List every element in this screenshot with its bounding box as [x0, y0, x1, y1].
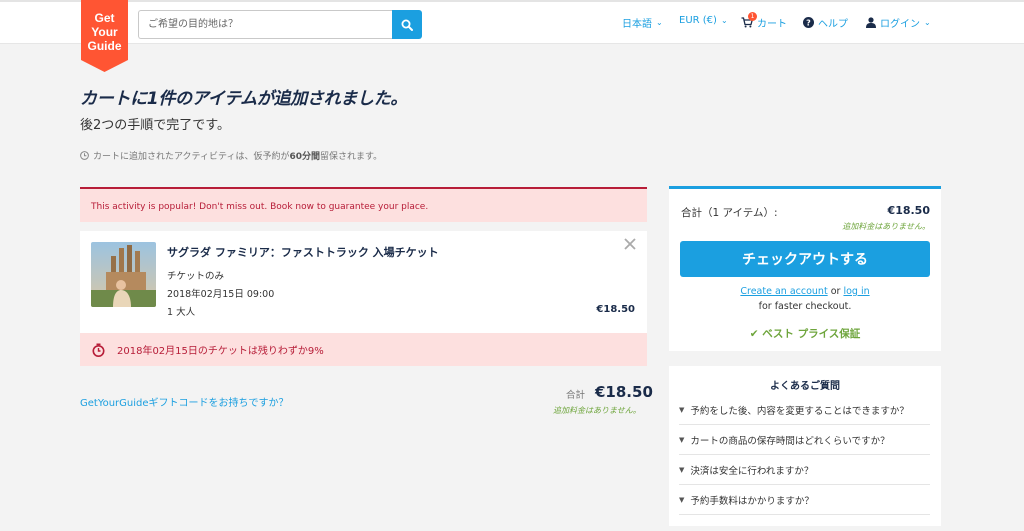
top-header: 日本語 ⌄ EUR (€) ⌄ 1 カート ? ヘルプ ログイン ⌄: [0, 0, 1024, 44]
page-subtitle: 後2つの手順で完了です。: [80, 118, 230, 133]
activity-datetime: 2018年02月15日 09:00: [167, 289, 275, 300]
language-label: 日本語: [622, 19, 652, 30]
getyourguide-logo[interactable]: Get Your Guide: [81, 0, 128, 72]
svg-text:Your: Your: [91, 25, 118, 39]
best-price-guarantee: ✔ ベスト プライス保証: [669, 326, 941, 341]
no-extra-fee-note: 追加料金はありません。: [553, 406, 641, 415]
reserve-prefix: カートに追加されたアクティビティは、仮予約が: [93, 152, 290, 162]
remove-item-button[interactable]: [624, 237, 636, 254]
caret-down-icon: ▼: [679, 495, 685, 504]
activity-thumbnail[interactable]: [91, 242, 156, 307]
faq-item[interactable]: ▼ 予約手数料はかかりますか？: [679, 485, 930, 515]
cart-total-value: €18.50: [595, 383, 653, 401]
summary-total-value: €18.50: [887, 204, 930, 217]
cart-icon: 1: [741, 12, 757, 28]
create-account-link[interactable]: Create an account: [740, 286, 827, 297]
chevron-down-icon: ⌄: [720, 16, 728, 25]
stopwatch-icon: [92, 343, 105, 357]
item-price: €18.50: [596, 304, 635, 315]
help-icon: ?: [803, 17, 814, 28]
search-icon: [401, 19, 413, 31]
or-text: or: [830, 286, 841, 297]
svg-text:?: ?: [806, 18, 811, 27]
page-title: カートに1件のアイテムが追加されました。: [80, 89, 408, 109]
reserve-time: 60分間: [289, 152, 321, 162]
search-bar: [138, 10, 422, 39]
clock-icon: [80, 151, 89, 160]
popular-alert: This activity is popular! Don't miss out…: [80, 187, 647, 222]
cart-total-label: 合計: [566, 390, 586, 401]
reserve-suffix: 留保されます。: [320, 152, 383, 162]
faq-question: 予約をした後、内容を変更することはできますか？: [690, 405, 909, 417]
gift-code-link[interactable]: GetYourGuideギフトコードをお持ちですか？: [80, 394, 289, 409]
faq-item[interactable]: ▼ カートの商品の保存時間はどれくらいですか？: [679, 425, 930, 455]
account-prompt: Create an account or log in: [669, 286, 941, 297]
search-button[interactable]: [392, 10, 422, 39]
user-icon: [866, 17, 876, 28]
cart-item: サグラダ ファミリア：ファストトラック 入場チケット チケットのみ 2018年0…: [80, 231, 647, 333]
checkmark-icon: ✔: [749, 328, 759, 340]
faq-panel: よくあるご質問 ▼ 予約をした後、内容を変更することはできますか？ ▼ カートの…: [669, 366, 941, 526]
faq-question: カートの商品の保存時間はどれくらいですか？: [690, 435, 890, 447]
login-link-inline[interactable]: log in: [843, 286, 869, 297]
help-link[interactable]: ? ヘルプ: [803, 15, 848, 30]
login-label: ログイン: [880, 19, 920, 30]
scarcity-text: 2018年02月15日のチケットは残りわずか9%: [117, 346, 324, 357]
help-label: ヘルプ: [818, 19, 848, 30]
search-input[interactable]: [138, 10, 392, 39]
chevron-down-icon: ⌄: [656, 18, 663, 27]
best-price-label: ベスト プライス保証: [762, 328, 861, 340]
faq-item[interactable]: ▼ 決済は安全に行われますか？: [679, 455, 930, 485]
cart-count-badge: 1: [748, 12, 757, 21]
scarcity-alert: 2018年02月15日のチケットは残りわずか9%: [80, 333, 647, 366]
activity-title[interactable]: サグラダ ファミリア：ファストトラック 入場チケット: [167, 244, 439, 260]
ticket-option: チケットのみ: [167, 271, 225, 282]
participants: 1 大人: [167, 307, 196, 318]
reservation-notice: カートに追加されたアクティビティは、仮予約が60分間留保されます。: [80, 149, 382, 162]
faq-title: よくあるご質問: [770, 381, 840, 392]
login-link[interactable]: ログイン ⌄: [866, 15, 931, 30]
language-selector[interactable]: 日本語 ⌄: [622, 15, 663, 30]
cart-link[interactable]: 1 カート: [741, 12, 787, 30]
caret-down-icon: ▼: [679, 465, 685, 474]
faster-checkout-text: for faster checkout.: [758, 301, 852, 312]
caret-down-icon: ▼: [679, 405, 685, 414]
cart-label: カート: [757, 19, 787, 30]
caret-down-icon: ▼: [679, 435, 685, 444]
chevron-down-icon: ⌄: [924, 18, 931, 27]
svg-text:Guide: Guide: [87, 39, 121, 53]
currency-selector[interactable]: EUR (€) ⌄: [679, 15, 728, 26]
currency-label: EUR (€): [679, 15, 717, 26]
svg-text:Get: Get: [94, 11, 114, 25]
close-icon: [624, 238, 636, 250]
summary-total-label: 合計（1 アイテム）:: [681, 207, 778, 219]
faq-question: 予約手数料はかかりますか？: [690, 495, 814, 507]
summary-no-fee-note: 追加料金はありません。: [842, 222, 930, 231]
order-summary: 合計（1 アイテム）: €18.50 追加料金はありません。 チェックアウトする…: [669, 186, 941, 351]
checkout-button[interactable]: チェックアウトする: [680, 241, 930, 277]
faq-question: 決済は安全に行われますか？: [690, 465, 814, 477]
faq-item[interactable]: ▼ 予約をした後、内容を変更することはできますか？: [679, 395, 930, 425]
